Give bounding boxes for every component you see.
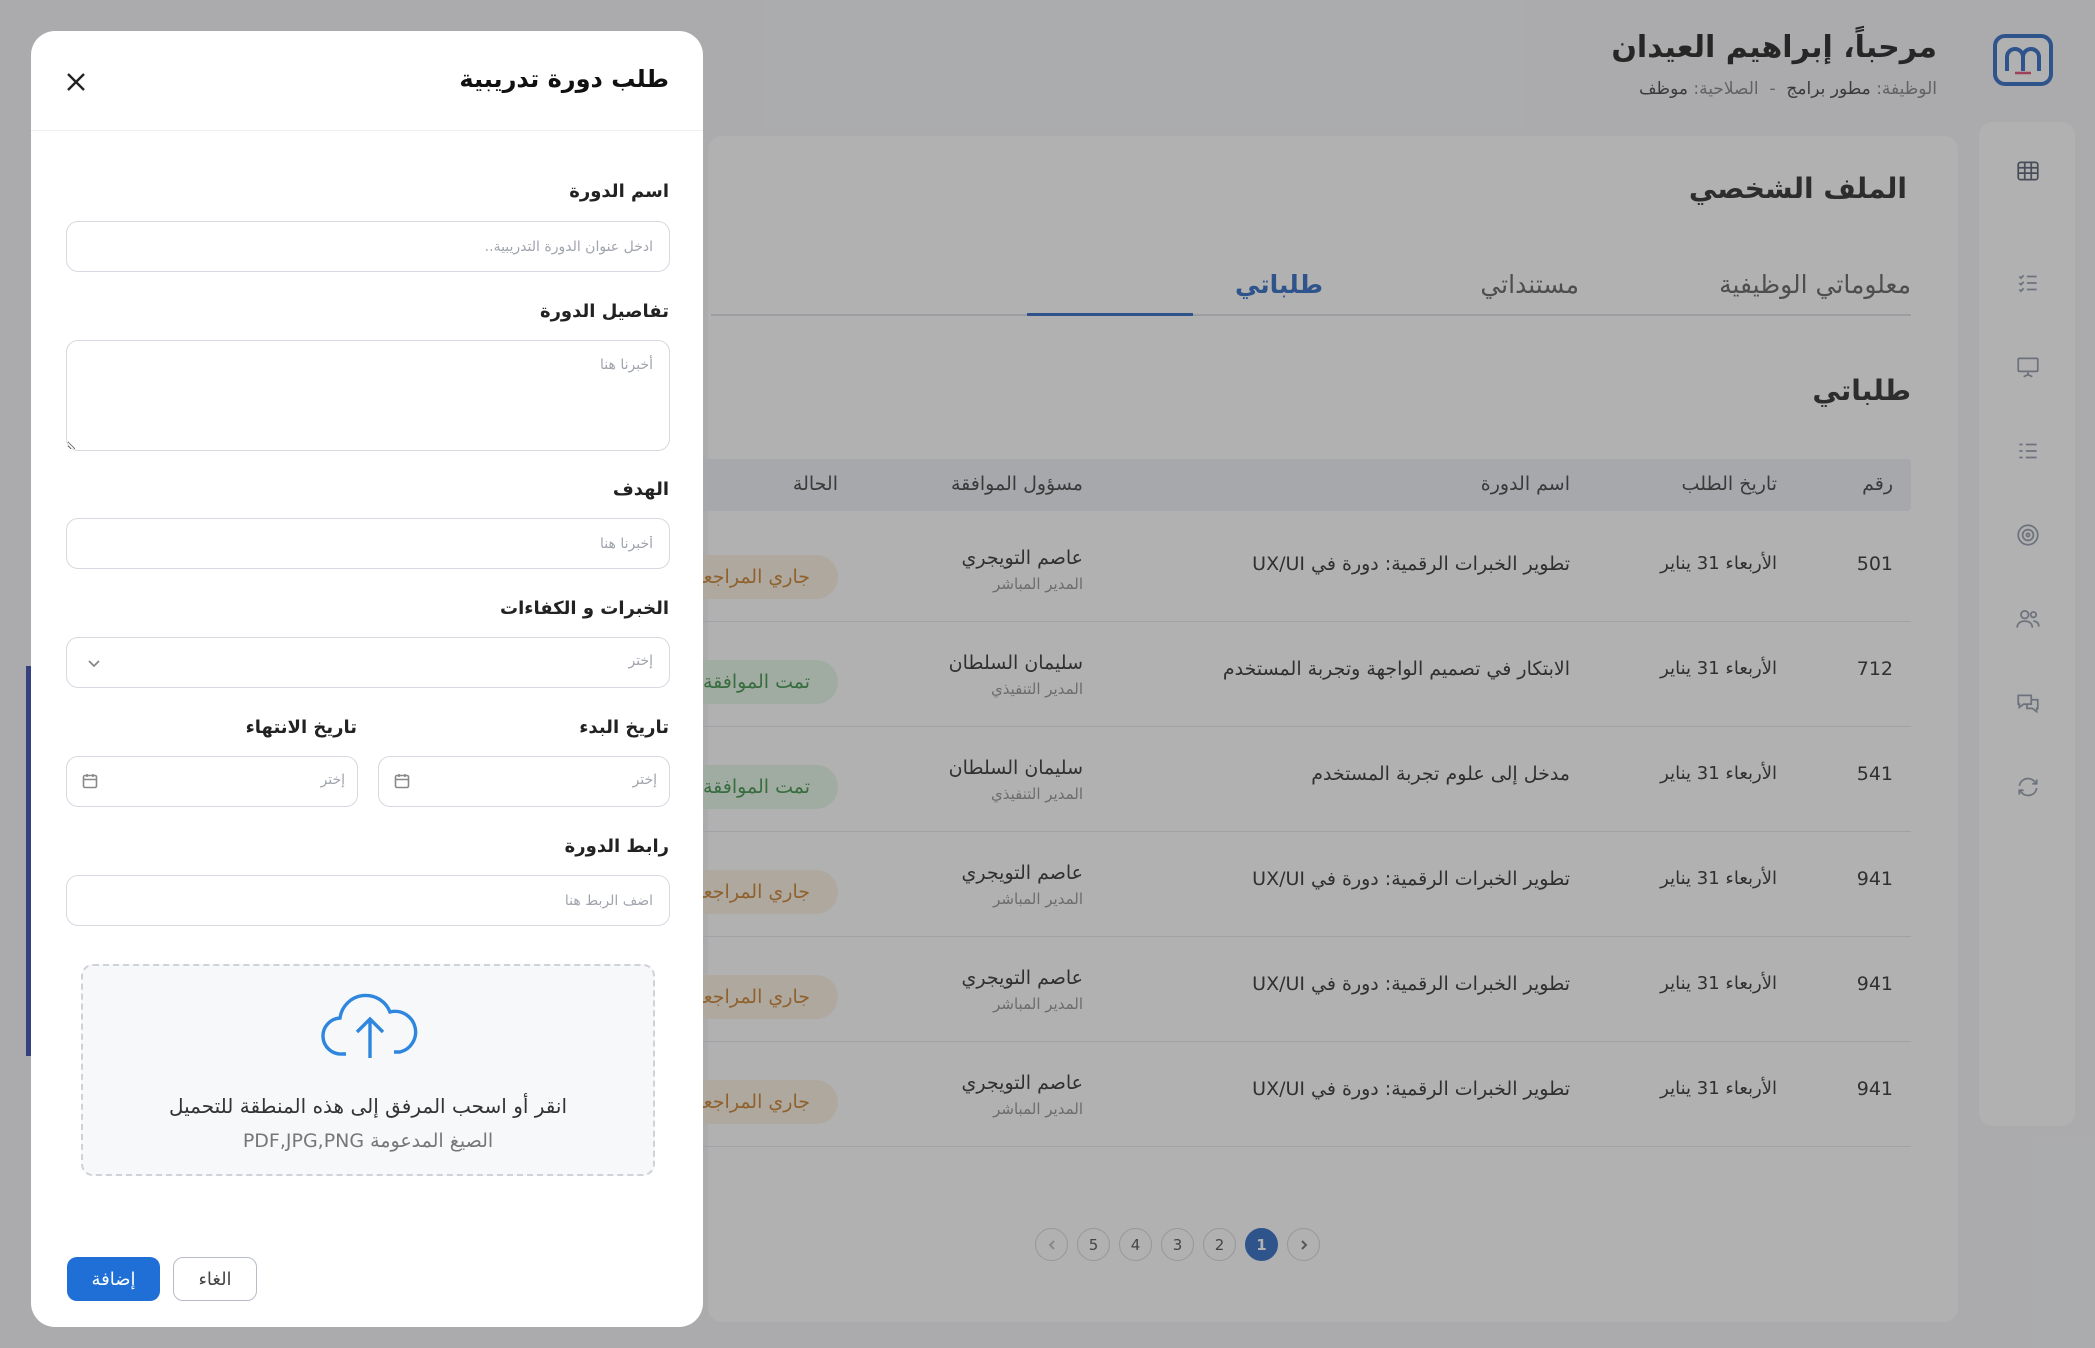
start-date-placeholder: إختر xyxy=(632,772,658,788)
course-link-label: رابط الدورة xyxy=(564,836,669,857)
cloud-upload-icon xyxy=(320,988,420,1064)
course-link-input[interactable] xyxy=(66,875,670,926)
close-button[interactable] xyxy=(61,67,91,97)
course-details-textarea[interactable] xyxy=(66,340,670,451)
chevron-down-icon xyxy=(85,654,103,672)
skills-label: الخبرات و الكفاءات xyxy=(500,598,669,619)
end-date-input[interactable]: إختر xyxy=(66,756,358,807)
course-details-label: تفاصيل الدورة xyxy=(539,301,669,322)
course-name-input[interactable] xyxy=(66,221,670,272)
cancel-button[interactable]: الغاء xyxy=(173,1257,257,1301)
goal-input[interactable] xyxy=(66,518,670,569)
skills-select[interactable]: إختر xyxy=(66,637,670,688)
start-date-label: تاريخ البدء xyxy=(579,717,669,738)
upload-formats: الصيغ المدعومة PDF,JPG,PNG xyxy=(242,1130,494,1152)
close-icon xyxy=(67,73,85,91)
drawer-title: طلب دورة تدريبية xyxy=(459,65,669,93)
goal-label: الهدف xyxy=(612,479,669,500)
start-date-input[interactable]: إختر xyxy=(378,756,670,807)
file-upload-dropzone[interactable]: انقر أو اسحب المرفق إلى هذه المنطقة للتح… xyxy=(81,964,655,1176)
upload-instructions: انقر أو اسحب المرفق إلى هذه المنطقة للتح… xyxy=(168,1094,568,1118)
calendar-icon xyxy=(393,772,411,790)
end-date-placeholder: إختر xyxy=(320,772,346,788)
course-name-label: اسم الدورة xyxy=(569,181,669,202)
skills-placeholder: إختر xyxy=(628,653,654,669)
submit-button[interactable]: إضافة xyxy=(67,1257,160,1301)
calendar-icon xyxy=(81,772,99,790)
course-request-drawer: طلب دورة تدريبية اسم الدورة تفاصيل الدور… xyxy=(31,31,703,1327)
drawer-header: طلب دورة تدريبية xyxy=(31,31,703,131)
end-date-label: تاريخ الانتهاء xyxy=(245,717,357,738)
